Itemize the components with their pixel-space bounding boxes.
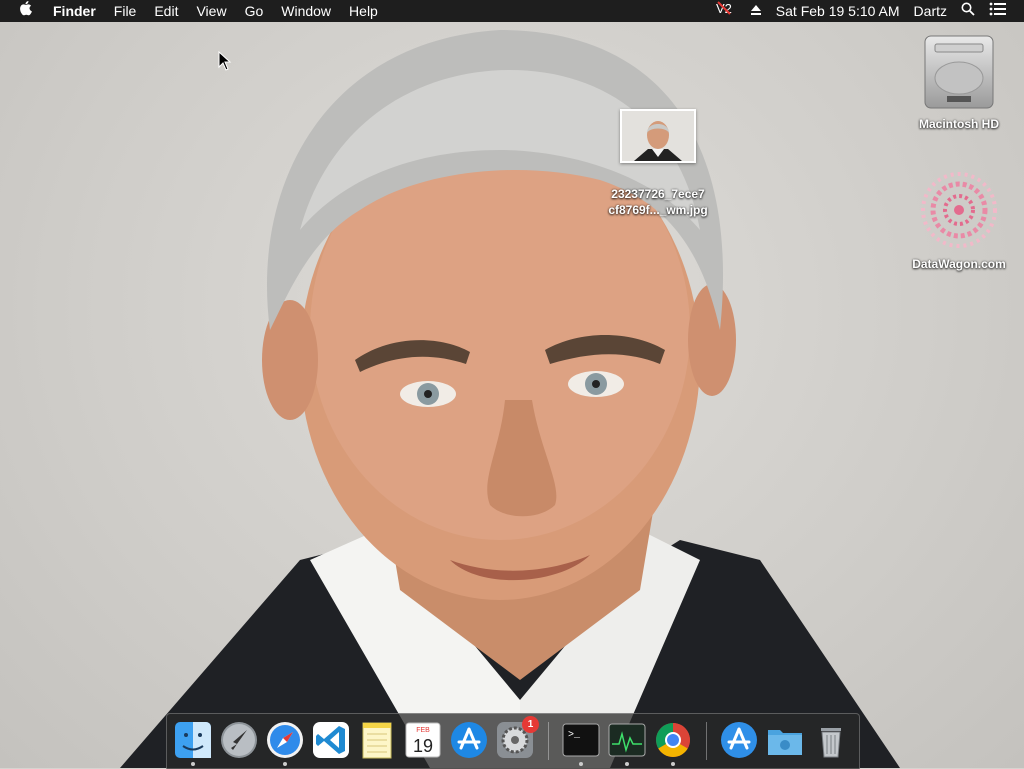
running-indicator [625, 762, 629, 766]
notification-center-icon[interactable] [982, 0, 1014, 22]
datawagon-label: DataWagon.com [912, 257, 1006, 271]
downloads-folder-icon [768, 730, 802, 755]
dock-separator [706, 722, 707, 760]
safari-icon [267, 722, 303, 758]
desktop-wallpaper [0, 0, 1024, 768]
activity-monitor-icon [608, 723, 646, 757]
calendar-month: FEB [416, 727, 430, 734]
finder-icon [175, 722, 211, 758]
dock-finder[interactable] [173, 720, 213, 766]
menu-go[interactable]: Go [236, 0, 273, 22]
file-name-line-2: cf8769f..._wm.jpg [608, 203, 708, 217]
menu-help[interactable]: Help [340, 0, 387, 22]
menubar-user[interactable]: Dartz [907, 0, 954, 22]
datawagon-webloc[interactable]: DataWagon.com [900, 168, 1018, 272]
vscode-icon [313, 722, 349, 758]
menu-view[interactable]: View [187, 0, 235, 22]
menu-edit[interactable]: Edit [145, 0, 187, 22]
vnc-status-icon[interactable]: V2 [709, 0, 743, 22]
running-indicator [671, 762, 675, 766]
dock-activity-monitor[interactable] [607, 720, 647, 766]
mouse-cursor-icon [218, 51, 232, 71]
running-indicator [579, 762, 583, 766]
file-name-line-1: 23237726_7ece7 [611, 187, 705, 201]
dock-calendar[interactable]: FEB 19 [403, 720, 443, 760]
dock-appstore[interactable] [449, 720, 489, 760]
menu-window[interactable]: Window [272, 0, 340, 22]
running-indicator [191, 762, 195, 766]
dock-vscode[interactable] [311, 720, 351, 760]
launchpad-icon [221, 722, 257, 758]
trash-icon [821, 728, 841, 758]
dock-trash[interactable] [811, 720, 851, 760]
menu-file[interactable]: File [105, 0, 146, 22]
dock-system-preferences[interactable]: 1 [495, 716, 539, 760]
calendar-icon: FEB 19 [405, 722, 441, 758]
dock-notes[interactable] [357, 720, 397, 760]
dock: FEB 19 1 >_ [166, 713, 860, 769]
datawagon-logo-icon [921, 172, 997, 248]
menu-bar: Finder File Edit View Go Window Help V2 … [0, 0, 1024, 22]
eject-icon[interactable] [743, 0, 769, 22]
apple-menu-icon[interactable] [0, 0, 44, 23]
applications-folder-icon [721, 722, 757, 758]
macintosh-hd-label: Macintosh HD [918, 117, 999, 131]
image-file-thumbnail[interactable] [620, 109, 696, 163]
notes-icon [362, 722, 392, 759]
terminal-icon: >_ [562, 723, 600, 757]
appstore-icon [451, 722, 487, 758]
dock-safari[interactable] [265, 720, 305, 766]
hard-drive-icon [924, 35, 994, 109]
terminal-prompt: >_ [568, 730, 581, 741]
menubar-clock[interactable]: Sat Feb 19 5:10 AM [769, 0, 907, 22]
dock-launchpad[interactable] [219, 720, 259, 760]
menu-finder[interactable]: Finder [44, 0, 105, 22]
dock-chrome[interactable] [653, 720, 693, 766]
macintosh-hd-drive[interactable]: Macintosh HD [906, 30, 1012, 132]
dock-downloads-folder[interactable] [765, 720, 805, 760]
dock-terminal[interactable]: >_ [561, 720, 601, 766]
calendar-day: 19 [413, 736, 433, 756]
chrome-icon [656, 723, 690, 757]
spotlight-search-icon[interactable] [954, 0, 982, 22]
running-indicator [283, 762, 287, 766]
image-file-label[interactable]: 23237726_7ece7 cf8769f..._wm.jpg [590, 186, 726, 218]
dock-separator [548, 722, 549, 760]
dock-applications-folder[interactable] [719, 720, 759, 760]
notification-badge: 1 [522, 716, 539, 733]
